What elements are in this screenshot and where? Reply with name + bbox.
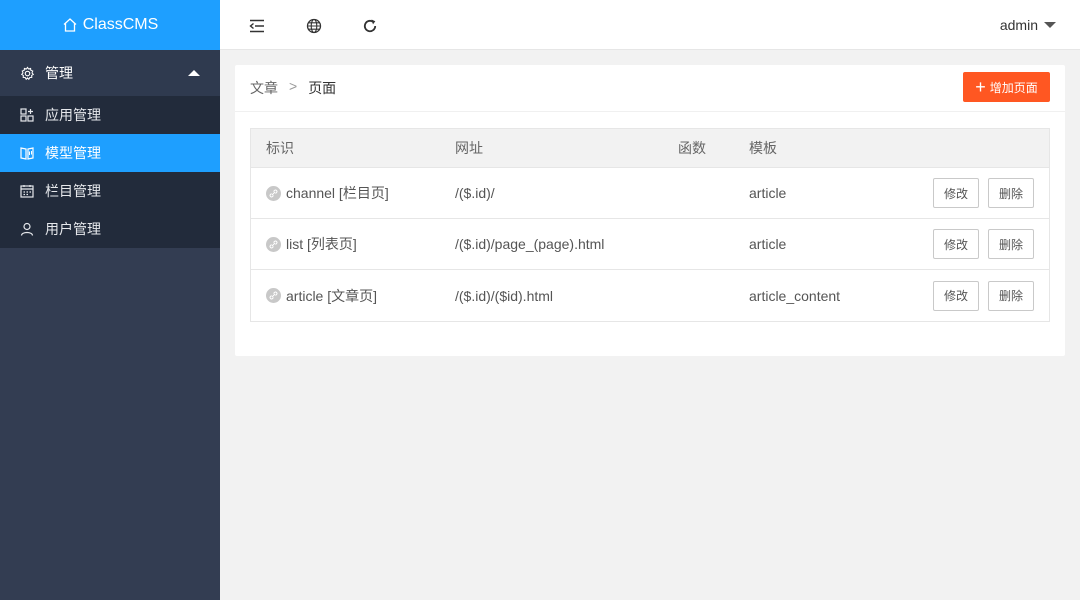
row-id-text: list [列表页]: [286, 236, 357, 252]
table-header-row: 标识 网址 函数 模板: [251, 129, 1049, 168]
logo[interactable]: ClassCMS: [0, 0, 220, 50]
cell-id: channel [栏目页]: [266, 183, 389, 203]
edit-button[interactable]: 修改: [933, 280, 979, 311]
cell-url: /($.id)/($id).html: [455, 287, 554, 304]
pages-table: 标识 网址 函数 模板 channel [栏目页] /($.id)/ artic…: [250, 128, 1050, 322]
chevron-down-icon: [1044, 22, 1056, 28]
row-id-text: channel [栏目页]: [286, 185, 389, 201]
column-header-id: 标识: [266, 140, 294, 156]
row-actions: 修改 删除: [924, 280, 1034, 311]
apps-icon: [20, 108, 34, 122]
breadcrumb-separator: >: [289, 78, 298, 94]
column-header-template: 模板: [749, 140, 777, 156]
globe-icon[interactable]: [305, 17, 323, 35]
delete-button[interactable]: 删除: [988, 280, 1034, 311]
sidebar-group-label: 管理: [45, 65, 73, 81]
table-row: article [文章页] /($.id)/($id).html article…: [251, 270, 1049, 321]
user-menu[interactable]: admin: [1000, 17, 1056, 33]
breadcrumb-current: 页面: [308, 80, 337, 96]
user-icon: [20, 222, 34, 236]
logo-text: ClassCMS: [82, 16, 159, 33]
breadcrumb: 文章 > 页面: [250, 78, 336, 98]
sidebar-item-label: 用户管理: [45, 221, 101, 237]
menu-collapse-icon[interactable]: [248, 17, 266, 35]
table-row: channel [栏目页] /($.id)/ article 修改 删除: [251, 168, 1049, 219]
row-actions: 修改 删除: [924, 229, 1034, 259]
calendar-icon: [20, 184, 34, 198]
plus-icon: +: [975, 77, 986, 97]
sidebar: ClassCMS 管理 应用管理 模型管理 栏目管理 用户管理: [0, 0, 220, 600]
row-id-text: article [文章页]: [286, 287, 378, 304]
edit-button[interactable]: 修改: [933, 229, 979, 259]
column-header-url: 网址: [455, 140, 483, 156]
add-page-label: 增加页面: [989, 80, 1038, 95]
chevron-up-icon: [188, 70, 200, 76]
sidebar-item-users[interactable]: 用户管理: [0, 210, 220, 248]
sidebar-item-label: 模型管理: [45, 145, 101, 161]
delete-button[interactable]: 删除: [988, 229, 1034, 259]
gear-icon: [20, 66, 35, 81]
sidebar-item-label: 应用管理: [45, 107, 101, 123]
cell-template: article: [749, 236, 787, 252]
model-icon: [20, 146, 34, 160]
sidebar-item-label: 栏目管理: [45, 183, 101, 199]
submenu: 应用管理 模型管理 栏目管理 用户管理: [0, 96, 220, 248]
table-row: list [列表页] /($.id)/page_(page).html arti…: [251, 219, 1049, 270]
sidebar-item-apps[interactable]: 应用管理: [0, 96, 220, 134]
card-header: 文章 > 页面 + 增加页面: [235, 65, 1065, 112]
link-icon: [266, 236, 281, 252]
row-actions: 修改 删除: [924, 178, 1034, 208]
add-page-button[interactable]: + 增加页面: [963, 72, 1050, 102]
cell-template: article: [749, 185, 787, 201]
cell-url: /($.id)/page_(page).html: [455, 236, 605, 252]
content-card: 文章 > 页面 + 增加页面 标识 网址 函数 模板 channel [栏目页]…: [235, 65, 1065, 356]
cell-id: article [文章页]: [266, 286, 377, 306]
cell-id: list [列表页]: [266, 234, 357, 254]
delete-button[interactable]: 删除: [988, 178, 1034, 208]
top-header: admin: [220, 0, 1080, 50]
sidebar-item-models[interactable]: 模型管理: [0, 134, 220, 172]
link-icon: [266, 185, 281, 201]
link-icon: [266, 288, 281, 303]
refresh-icon[interactable]: [361, 17, 379, 35]
column-header-func: 函数: [678, 140, 706, 156]
sidebar-group-manage[interactable]: 管理: [0, 50, 220, 96]
home-icon: [63, 18, 77, 32]
sidebar-item-columns[interactable]: 栏目管理: [0, 172, 220, 210]
cell-template: article_content: [749, 287, 841, 304]
breadcrumb-parent[interactable]: 文章: [250, 78, 278, 98]
cell-url: /($.id)/: [455, 185, 495, 201]
edit-button[interactable]: 修改: [933, 178, 979, 208]
username: admin: [999, 17, 1038, 33]
